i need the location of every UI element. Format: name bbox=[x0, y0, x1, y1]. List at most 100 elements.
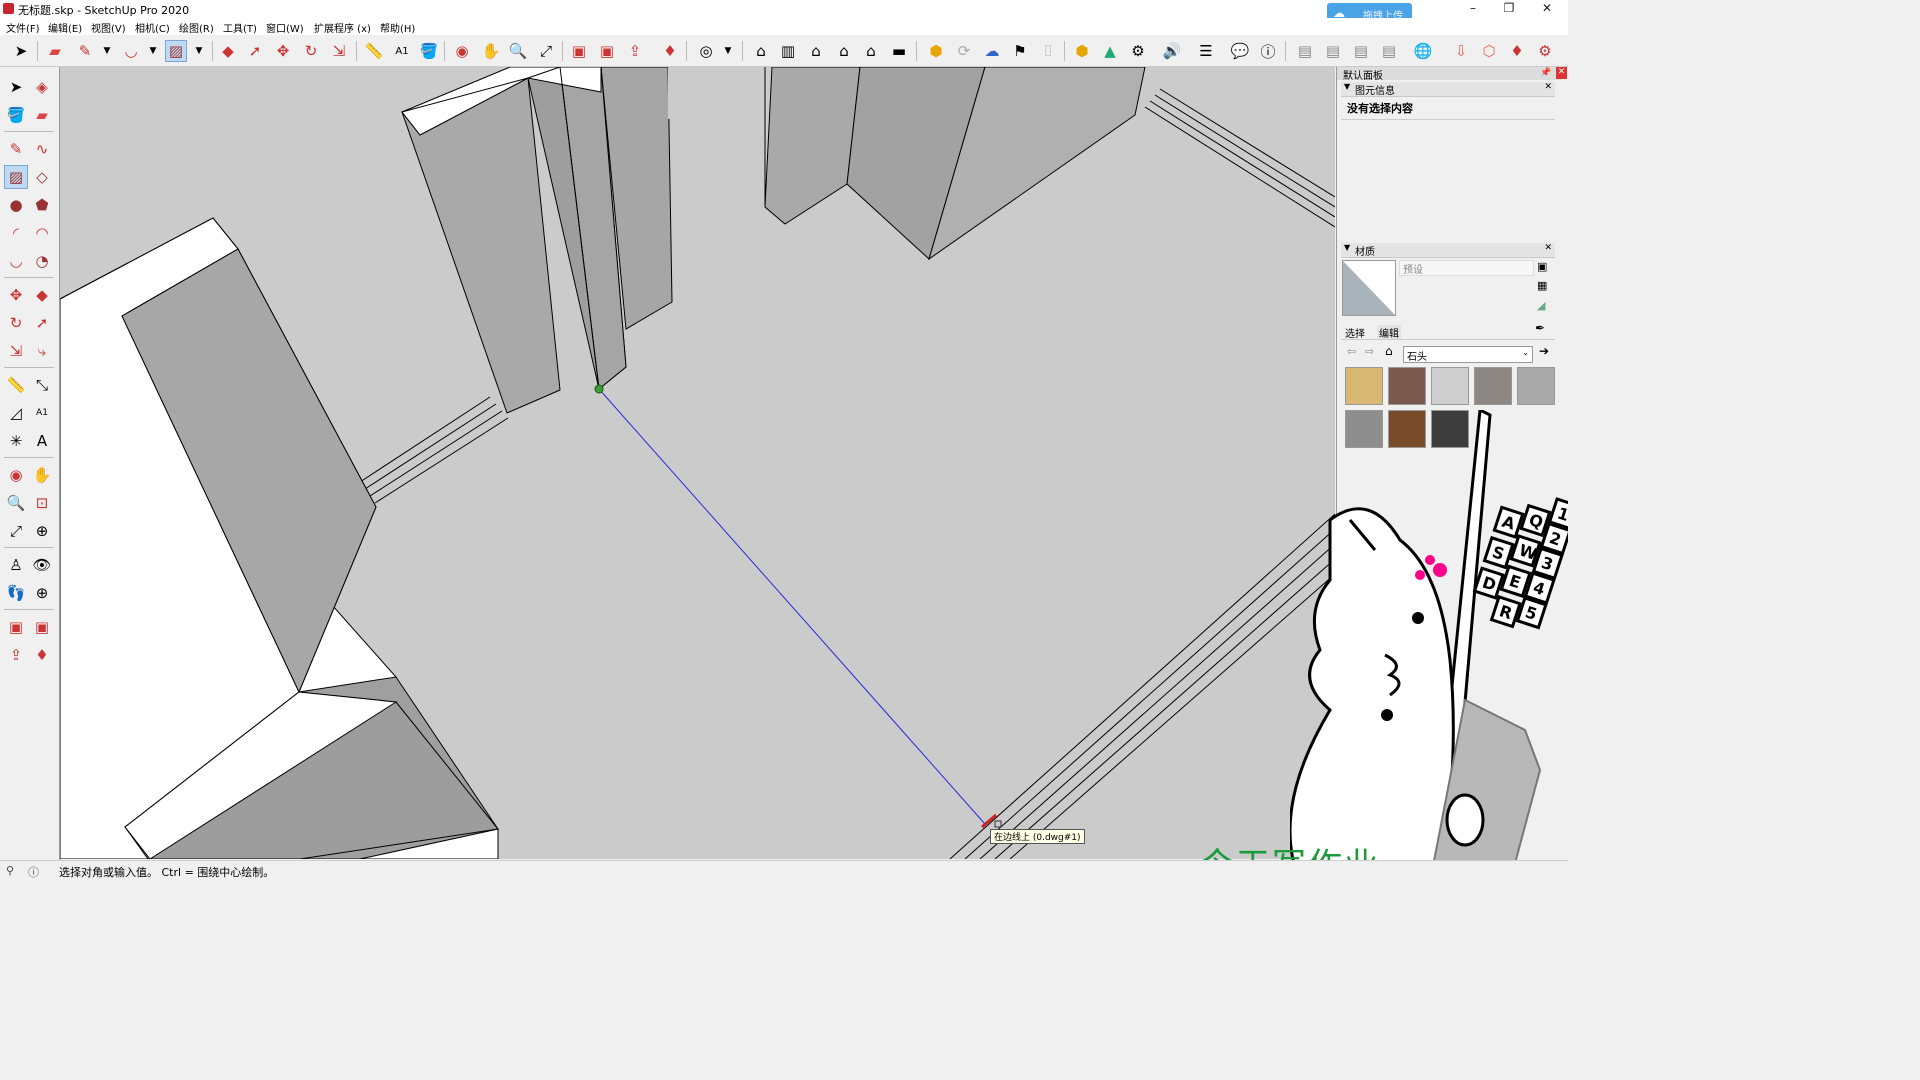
eraser-icon[interactable]: ▰ bbox=[44, 40, 66, 62]
collapse-arrow-icon[interactable]: ▼ bbox=[1344, 82, 1350, 91]
rotate-tool-icon[interactable]: ↻ bbox=[4, 311, 28, 335]
pan-hand-icon[interactable]: ✋ bbox=[480, 40, 502, 62]
zoom-icon[interactable]: 🔍 bbox=[507, 40, 529, 62]
line-tool-icon[interactable]: ✎ bbox=[74, 40, 96, 62]
user-account-icon[interactable]: ◎ bbox=[695, 40, 717, 62]
rectangle-tool-icon[interactable]: ▨ bbox=[165, 40, 187, 62]
layout-icon[interactable]: ▤ bbox=[1378, 40, 1400, 62]
warehouse-icon[interactable]: ▣ bbox=[4, 615, 28, 639]
look-around-icon[interactable]: 👁 bbox=[30, 553, 54, 577]
add-location-icon[interactable]: ⬢ bbox=[1071, 40, 1093, 62]
default-material-icon[interactable]: ◢ bbox=[1537, 299, 1545, 312]
arc-tool-icon[interactable]: ◡ bbox=[120, 40, 142, 62]
material-name-field[interactable]: 预设 bbox=[1399, 260, 1534, 276]
rectangle-tool-icon[interactable]: ▨ bbox=[4, 165, 28, 189]
camera-icon[interactable]: ⌷ bbox=[1037, 40, 1059, 62]
details-arrow-icon[interactable]: ➔ bbox=[1539, 344, 1549, 358]
front-view-icon[interactable]: ⌂ bbox=[805, 40, 827, 62]
warehouse-icon[interactable]: ▣ bbox=[568, 40, 590, 62]
menu-extensions[interactable]: 扩展程序 (x) bbox=[314, 20, 371, 35]
close-button[interactable]: ✕ bbox=[1532, 1, 1562, 17]
menu-draw[interactable]: 绘图(R) bbox=[179, 20, 214, 35]
collapse-arrow-icon[interactable]: ▼ bbox=[1344, 243, 1350, 252]
freehand-icon[interactable]: ∿ bbox=[30, 137, 54, 161]
zoom-extents-icon[interactable]: ⤢ bbox=[535, 40, 557, 62]
menu-file[interactable]: 文件(F) bbox=[6, 20, 40, 35]
scale-tool-icon[interactable]: ⇲ bbox=[4, 339, 28, 363]
material-swatch[interactable] bbox=[1388, 367, 1426, 405]
paint-bucket-icon[interactable]: 🪣 bbox=[418, 40, 440, 62]
right-view-icon[interactable]: ⌂ bbox=[833, 40, 855, 62]
3d-text-icon[interactable]: A bbox=[30, 429, 54, 453]
top-view-icon[interactable]: ▥ bbox=[777, 40, 799, 62]
account-dropdown-icon[interactable]: ▼ bbox=[717, 40, 739, 62]
tab-edit[interactable]: 编辑 bbox=[1377, 325, 1401, 340]
model-scene[interactable] bbox=[60, 67, 1335, 859]
material-swatch[interactable] bbox=[1517, 367, 1555, 405]
two-point-arc-icon[interactable]: ◠ bbox=[30, 221, 54, 245]
import-icon[interactable]: ⇩ bbox=[1450, 40, 1472, 62]
entity-info-close-icon[interactable]: ✕ bbox=[1544, 82, 1552, 92]
material-swatch[interactable] bbox=[1345, 367, 1383, 405]
move-tool-icon[interactable]: ✥ bbox=[272, 40, 294, 62]
push-pull-icon[interactable]: ◆ bbox=[217, 40, 239, 62]
protractor-icon[interactable]: ◿ bbox=[4, 401, 28, 425]
layout-icon[interactable]: ▤ bbox=[1322, 40, 1344, 62]
materials-close-icon[interactable]: ✕ bbox=[1544, 243, 1552, 253]
share-model-icon[interactable]: ▣ bbox=[30, 615, 54, 639]
iso-view-icon[interactable]: ⌂ bbox=[750, 40, 772, 62]
layout-icon[interactable]: ▤ bbox=[1294, 40, 1316, 62]
preferences-icon[interactable]: ☰ bbox=[1195, 40, 1217, 62]
follow-me-icon[interactable]: ➚ bbox=[30, 311, 54, 335]
eyedropper-icon[interactable]: ✒ bbox=[1535, 321, 1545, 335]
text-tool-icon[interactable]: A1 bbox=[30, 401, 54, 425]
rotated-rectangle-icon[interactable]: ◇ bbox=[30, 165, 54, 189]
layout-icon[interactable]: ▤ bbox=[1350, 40, 1372, 62]
eraser-icon[interactable]: ▰ bbox=[30, 103, 54, 127]
terrain-icon[interactable]: ☁ bbox=[981, 40, 1003, 62]
scale-tool-icon[interactable]: ⇲ bbox=[328, 40, 350, 62]
minimize-button[interactable]: – bbox=[1458, 1, 1488, 17]
model-viewport[interactable]: 在边线上 (0.dwg#1) bbox=[60, 67, 1335, 859]
line-dropdown-icon[interactable]: ▼ bbox=[96, 40, 118, 62]
menu-tools[interactable]: 工具(T) bbox=[223, 20, 257, 35]
entity-info-header[interactable]: ▼ 图元信息 ✕ bbox=[1341, 82, 1555, 97]
extension-warehouse-icon[interactable]: ♦ bbox=[659, 40, 681, 62]
refresh-icon[interactable]: ⟳ bbox=[953, 40, 975, 62]
zoom-extents-icon[interactable]: ⤢ bbox=[4, 519, 28, 543]
material-swatch[interactable] bbox=[1474, 367, 1512, 405]
make-component-icon[interactable]: ◈ bbox=[30, 75, 54, 99]
new-material-icon[interactable]: ▣ bbox=[1537, 260, 1547, 273]
pie-tool-icon[interactable]: ◔ bbox=[30, 249, 54, 273]
instructor-info-icon[interactable]: ⓘ bbox=[28, 864, 39, 880]
circle-tool-icon[interactable]: ● bbox=[4, 193, 28, 217]
tape-measure-icon[interactable]: 📏 bbox=[363, 40, 385, 62]
share-model-icon[interactable]: ▣ bbox=[596, 40, 618, 62]
offset-tool-icon[interactable]: ⤷ bbox=[30, 339, 54, 363]
move-tool-icon[interactable]: ✥ bbox=[4, 283, 28, 307]
sandbox-icon[interactable]: ▲ bbox=[1099, 40, 1121, 62]
menu-view[interactable]: 视图(V) bbox=[91, 20, 126, 35]
orbit-icon[interactable]: ◉ bbox=[451, 40, 473, 62]
settings-gear-icon[interactable]: ⚙ bbox=[1127, 40, 1149, 62]
text-tool-icon[interactable]: A1 bbox=[391, 40, 413, 62]
walk-icon[interactable]: 👣 bbox=[4, 581, 28, 605]
dimension-icon[interactable]: ⤡ bbox=[30, 373, 54, 397]
zoom-window-icon[interactable]: ⊡ bbox=[30, 491, 54, 515]
position-camera-icon[interactable]: ♙ bbox=[4, 553, 28, 577]
ruby-icon[interactable]: ♦ bbox=[1506, 40, 1528, 62]
pan-hand-icon[interactable]: ✋ bbox=[30, 463, 54, 487]
arc-tool-icon[interactable]: ◜ bbox=[4, 221, 28, 245]
geo-location-icon[interactable]: ⬢ bbox=[925, 40, 947, 62]
previous-view-icon[interactable]: ⊕ bbox=[30, 519, 54, 543]
menu-edit[interactable]: 编辑(E) bbox=[48, 20, 82, 35]
tab-select[interactable]: 选择 bbox=[1345, 325, 1365, 340]
paint-bucket-icon[interactable]: 🪣 bbox=[4, 103, 28, 127]
push-pull-icon[interactable]: ◆ bbox=[30, 283, 54, 307]
arc-dropdown-icon[interactable]: ▼ bbox=[142, 40, 164, 62]
material-library-select[interactable]: 石头 ⌄ bbox=[1403, 346, 1533, 363]
rotate-tool-icon[interactable]: ↻ bbox=[300, 40, 322, 62]
section-plane-icon[interactable]: ⊕ bbox=[30, 581, 54, 605]
back-view-icon[interactable]: ⌂ bbox=[860, 40, 882, 62]
menu-camera[interactable]: 相机(C) bbox=[135, 20, 170, 35]
